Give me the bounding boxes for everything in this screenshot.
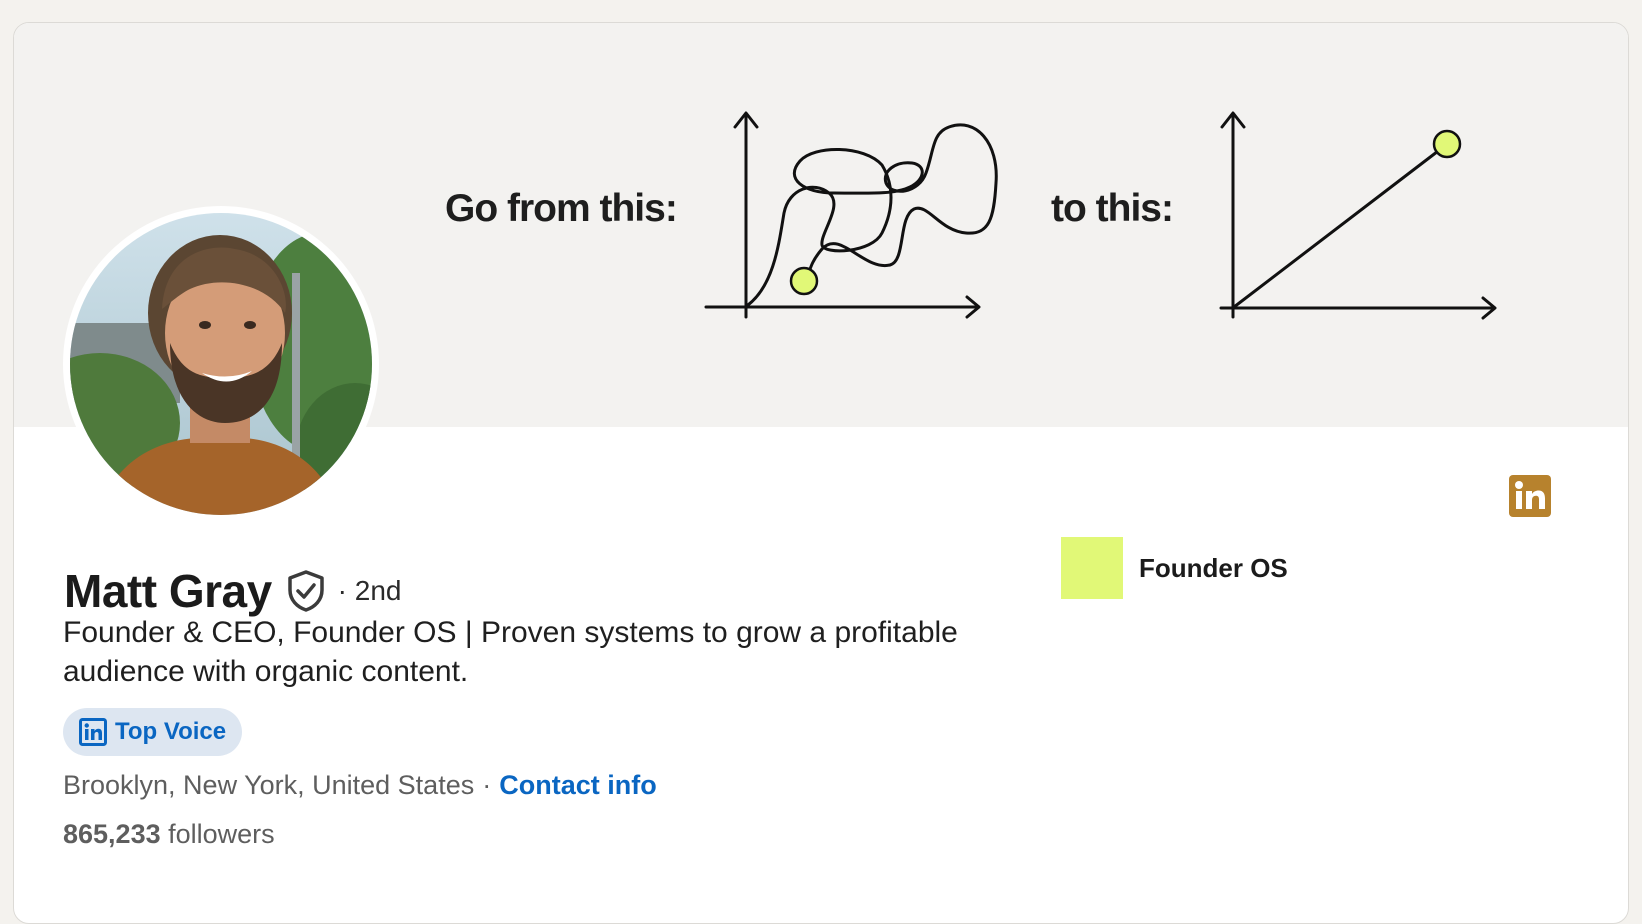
top-voice-badge[interactable]: Top Voice [63, 708, 243, 756]
profile-card: Go from this: to this: Matt Gray · 2nd F… [13, 22, 1629, 924]
connection-degree: · 2nd [337, 575, 402, 606]
linkedin-icon [79, 718, 107, 746]
followers-row[interactable]: 865,233 followers [63, 819, 275, 850]
banner-text-right: to this: [1051, 187, 1174, 230]
current-company[interactable]: Founder OS [1061, 537, 1288, 599]
contact-info-link[interactable]: Contact info [499, 770, 656, 801]
banner-text-left: Go from this: [445, 187, 678, 230]
top-voice-label: Top Voice [115, 718, 227, 745]
profile-photo-image [70, 213, 372, 515]
company-logo [1061, 537, 1123, 599]
profile-headline: Founder & CEO, Founder OS | Proven syste… [63, 616, 958, 688]
linkedin-logo-icon [1509, 475, 1551, 517]
profile-name: Matt Gray [64, 565, 272, 617]
separator: · [482, 770, 492, 800]
profile-location: Brooklyn, New York, United States [63, 770, 475, 800]
name-row: Matt Gray · 2nd [64, 561, 402, 621]
avatar-ring[interactable] [63, 206, 379, 522]
followers-label: followers [168, 819, 275, 849]
location-row: Brooklyn, New York, United States · Cont… [63, 770, 657, 801]
end-dot [1432, 129, 1462, 159]
start-dot [789, 266, 819, 296]
verified-shield-icon[interactable] [286, 569, 326, 613]
profile-photo[interactable] [70, 213, 372, 515]
followers-count: 865,233 [63, 819, 161, 849]
company-name: Founder OS [1139, 552, 1288, 583]
